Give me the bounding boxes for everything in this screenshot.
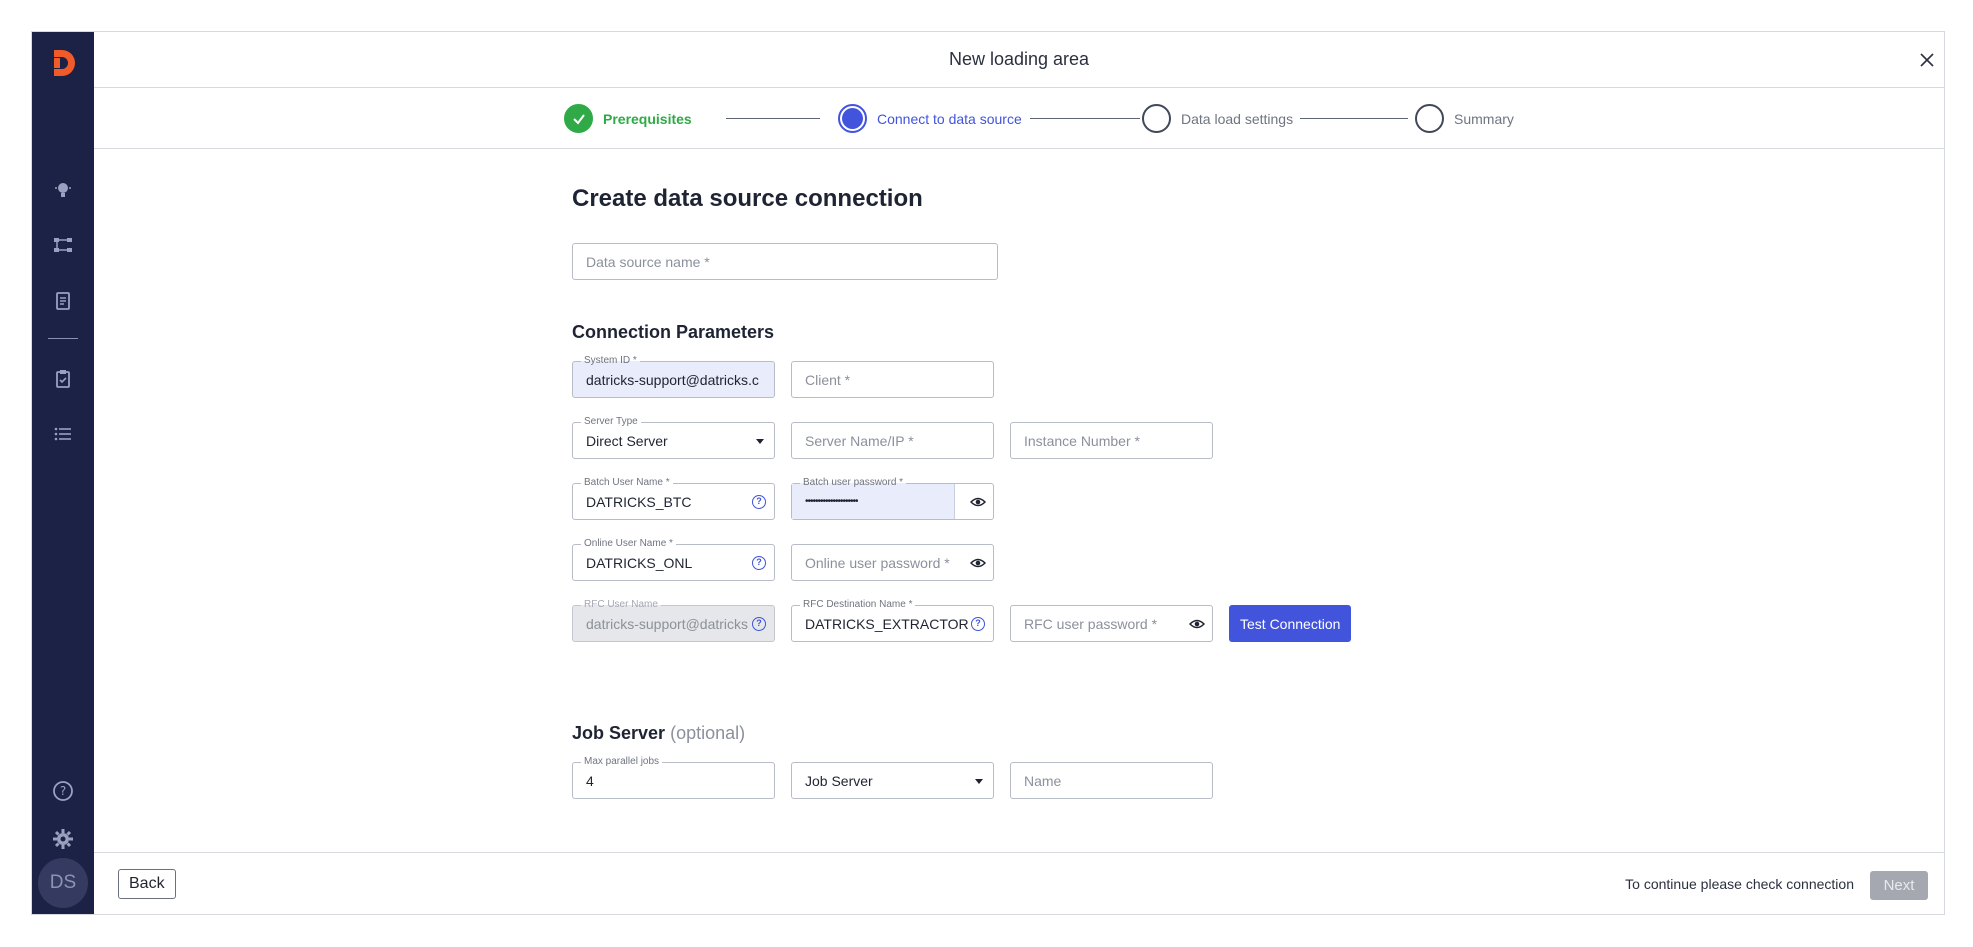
help-icon[interactable]: ? [752,495,766,509]
system-id-field[interactable]: System ID * datricks-support@datricks.c [572,355,775,398]
step-connector [726,118,820,119]
eye-icon[interactable] [970,556,986,570]
step-label: Data load settings [1181,110,1294,127]
stepper: Prerequisites Connect to data source Dat… [94,88,1944,149]
eye-icon[interactable] [970,495,986,509]
field-value: DATRICKS_ONL [586,555,693,571]
footer: Back To continue please check connection… [94,852,1944,914]
connection-hint: To continue please check connection [1625,876,1854,892]
field-value: datricks-support@datricks.c [586,372,759,388]
avatar[interactable]: DS [38,858,88,908]
connection-parameters-heading: Connection Parameters [572,322,775,342]
logo-icon[interactable] [46,46,80,80]
list-icon[interactable] [50,421,76,447]
gear-icon[interactable] [50,826,76,852]
test-connection-button[interactable]: Test Connection [1229,605,1352,642]
placeholder: Instance Number * [1024,433,1140,449]
field-value: Job Server [805,773,873,789]
help-icon[interactable]: ? [752,617,766,631]
back-button[interactable]: Back [118,869,176,899]
placeholder: Server Name/IP * [805,433,914,449]
dialog-title: New loading area [94,32,1944,88]
instance-number-field[interactable]: Instance Number * [1010,422,1213,459]
field-value: Direct Server [586,433,668,449]
job-server-heading: Job Server (optional) [572,723,745,744]
step-connector [1030,118,1140,119]
field-value: DATRICKS_BTC [586,494,692,510]
step-label: Prerequisites [603,110,692,127]
eye-icon[interactable] [1189,617,1205,631]
page-title: Create data source connection [572,185,923,212]
online-user-password-field[interactable]: Online user password * [791,544,994,581]
flow-icon[interactable] [50,232,76,258]
placeholder: Name [1024,773,1062,789]
field-label: System ID * [581,355,640,367]
sidebar-divider [48,338,78,339]
lightbulb-icon[interactable] [50,177,76,203]
step-label: Summary [1454,110,1514,127]
field-label: Batch user password * [800,477,907,489]
placeholder: Data source name * [586,254,710,270]
rfc-user-name-field: RFC User Name datricks-support@datricks … [572,599,775,642]
field-value: datricks-support@datricks [586,616,749,632]
field-label: Online User Name * [581,538,676,550]
help-icon[interactable]: ? [50,778,76,804]
client-field[interactable]: Client * [791,361,994,398]
clipboard-check-icon[interactable] [50,366,76,392]
document-icon[interactable] [50,288,76,314]
sidebar: ? DS [32,32,94,914]
batch-user-name-field[interactable]: Batch User Name * DATRICKS_BTC ? [572,477,775,520]
rfc-destination-name-field[interactable]: RFC Destination Name * DATRICKS_EXTRACTO… [791,599,994,642]
field-value: ••••••••••••••••••••• [805,496,858,507]
field-value: 4 [586,773,594,789]
job-server-heading-text: Job Server [572,723,666,743]
close-icon[interactable] [1916,49,1938,71]
pending-step-icon [1142,104,1171,133]
field-label: Server Type [581,416,641,428]
step-prerequisites[interactable]: Prerequisites [564,104,692,133]
data-source-name-field[interactable]: Data source name * [572,243,998,280]
field-label: RFC User Name [581,599,661,611]
app-window: ? DS New loading area Prerequisites Conn… [31,31,1945,915]
online-user-name-field[interactable]: Online User Name * DATRICKS_ONL ? [572,538,775,581]
check-icon [564,104,593,133]
field-label: Max parallel jobs [581,756,663,768]
field-label: Batch User Name * [581,477,673,489]
dropdown-arrow-icon [756,439,764,444]
step-summary[interactable]: Summary [1415,104,1514,133]
form-content: Create data source connection Data sourc… [94,150,1944,850]
max-parallel-jobs-field[interactable]: Max parallel jobs 4 [572,756,775,799]
dialog-title-text: New loading area [948,49,1090,69]
server-type-select[interactable]: Server Type Direct Server [572,416,775,459]
placeholder: Client * [805,372,851,388]
job-server-name-field[interactable]: Name [1010,762,1213,799]
step-connect[interactable]: Connect to data source [838,104,1022,133]
server-name-field[interactable]: Server Name/IP * [791,422,994,459]
step-label: Connect to data source [877,110,1022,127]
main-panel: New loading area Prerequisites Connect t… [94,32,1944,914]
step-connector [1300,118,1408,119]
next-button[interactable]: Next [1870,871,1928,900]
help-icon[interactable]: ? [752,556,766,570]
optional-label: (optional) [670,723,746,743]
job-server-select[interactable]: Job Server [791,762,994,799]
field-value: DATRICKS_EXTRACTOR [805,616,969,632]
pending-step-icon [1415,104,1444,133]
field-label: RFC Destination Name * [800,599,916,611]
placeholder: RFC user password * [1024,616,1158,632]
batch-user-password-field[interactable]: Batch user password * ••••••••••••••••••… [791,477,994,520]
step-data-load-settings[interactable]: Data load settings [1142,104,1293,133]
dropdown-arrow-icon [975,779,983,784]
rfc-user-password-field[interactable]: RFC user password * [1010,605,1213,642]
svg-text:?: ? [60,784,66,798]
help-icon[interactable]: ? [971,617,985,631]
placeholder: Online user password * [805,555,950,571]
active-step-icon [838,104,867,133]
